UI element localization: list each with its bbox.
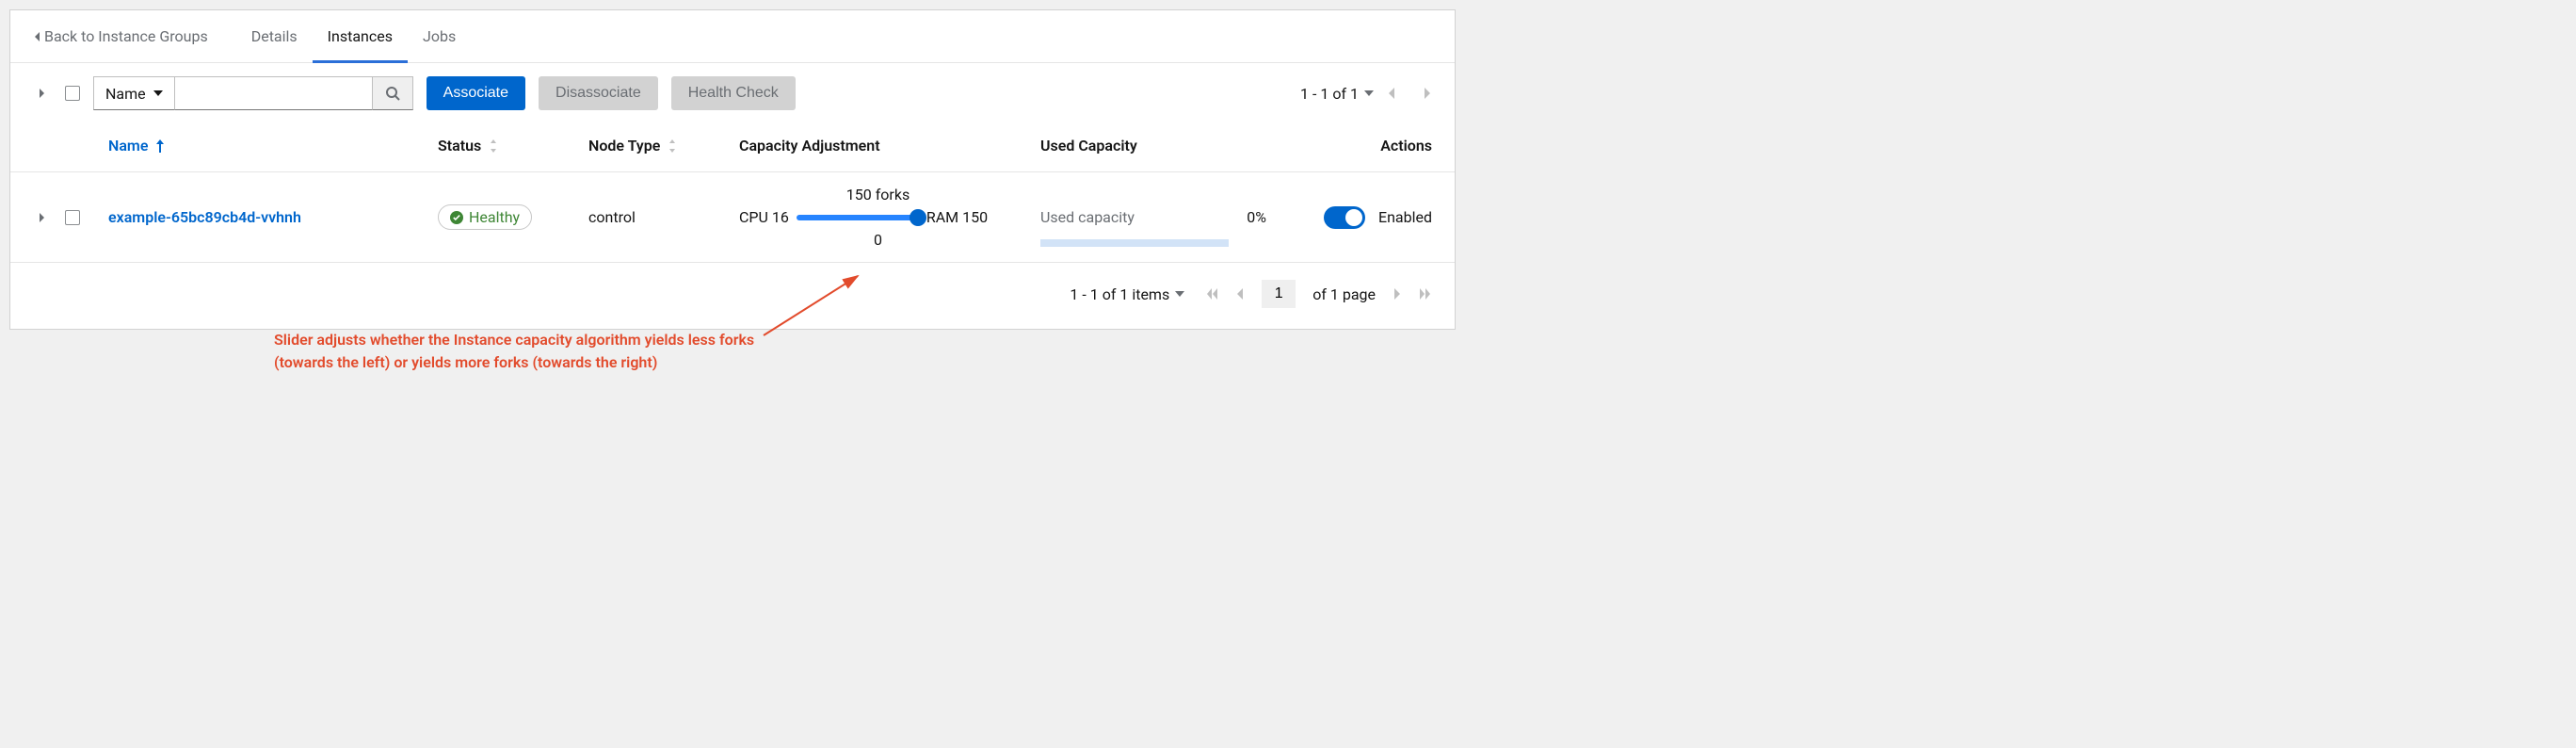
footer-items-count[interactable]: 1 - 1 of 1 items bbox=[1070, 285, 1184, 303]
enabled-label: Enabled bbox=[1378, 208, 1432, 226]
check-circle-icon bbox=[450, 211, 463, 224]
used-capacity-label: Used capacity bbox=[1040, 208, 1135, 226]
pager-controls: of 1 page bbox=[1205, 280, 1432, 308]
tabs: Details Instances Jobs bbox=[236, 10, 472, 62]
top-pager: 1 - 1 of 1 bbox=[1300, 85, 1432, 103]
capacity-slider[interactable] bbox=[797, 215, 919, 220]
pager-next-icon[interactable] bbox=[1393, 287, 1402, 301]
associate-button[interactable]: Associate bbox=[427, 76, 525, 110]
column-headers: Name Status Node Type Capacity Adjustmen… bbox=[10, 123, 1455, 171]
instance-name-link[interactable]: example-65bc89cb4d-vvhnh bbox=[108, 208, 438, 226]
pager-first-icon[interactable] bbox=[1205, 287, 1218, 301]
pager-prev-icon[interactable] bbox=[1387, 87, 1396, 100]
capacity-forks-label: 150 forks bbox=[739, 186, 1017, 203]
tab-details[interactable]: Details bbox=[236, 10, 313, 62]
used-capacity-pct: 0% bbox=[1247, 208, 1266, 226]
slider-thumb[interactable] bbox=[910, 209, 926, 226]
used-capacity-bar bbox=[1040, 239, 1229, 247]
status-cell: Healthy bbox=[438, 204, 588, 230]
filter-field-label: Name bbox=[105, 85, 146, 103]
health-check-button[interactable]: Health Check bbox=[671, 76, 796, 110]
capacity-ram-label: RAM 150 bbox=[926, 208, 988, 226]
capacity-cpu-label: CPU 16 bbox=[739, 208, 789, 226]
caret-down-icon bbox=[1175, 291, 1184, 297]
toolbar: Name Associate Disassociate Health Check… bbox=[10, 63, 1455, 123]
capacity-zero-label: 0 bbox=[739, 231, 1017, 249]
expand-all-toggle[interactable] bbox=[33, 88, 52, 99]
sort-icon bbox=[489, 139, 498, 153]
col-capacity-adjustment: Capacity Adjustment bbox=[739, 137, 1040, 154]
pager-prev-icon[interactable] bbox=[1235, 287, 1245, 301]
annotation-text: Slider adjusts whether the Instance capa… bbox=[274, 329, 764, 374]
enabled-toggle[interactable] bbox=[1324, 206, 1365, 229]
back-label: Back to Instance Groups bbox=[44, 27, 208, 45]
filter-input[interactable] bbox=[174, 76, 372, 110]
table-body: example-65bc89cb4d-vvhnh Healthy control… bbox=[10, 171, 1455, 263]
tab-instances[interactable]: Instances bbox=[313, 10, 408, 62]
col-actions: Actions bbox=[1380, 137, 1432, 154]
top-pager-range[interactable]: 1 - 1 of 1 bbox=[1300, 85, 1374, 103]
sort-icon bbox=[668, 139, 677, 153]
table-row: example-65bc89cb4d-vvhnh Healthy control… bbox=[10, 172, 1455, 262]
top-nav: Back to Instance Groups Details Instance… bbox=[10, 10, 1455, 63]
of-page-label: of 1 page bbox=[1312, 285, 1376, 303]
footer-pager: 1 - 1 of 1 items of 1 page bbox=[10, 263, 1455, 329]
col-status[interactable]: Status bbox=[438, 137, 588, 154]
node-type-cell: control bbox=[588, 208, 739, 226]
sort-asc-icon bbox=[155, 139, 165, 153]
back-link[interactable]: Back to Instance Groups bbox=[33, 27, 208, 45]
chevron-left-icon bbox=[33, 31, 40, 42]
pager-last-icon[interactable] bbox=[1419, 287, 1432, 301]
capacity-cell: 150 forks CPU 16 RAM 150 0 bbox=[739, 208, 1040, 226]
search-icon bbox=[385, 86, 400, 101]
used-capacity-cell: Used capacity 0% bbox=[1040, 208, 1276, 226]
health-badge: Healthy bbox=[438, 204, 532, 230]
row-checkbox[interactable] bbox=[65, 210, 80, 225]
filter-field-select[interactable]: Name bbox=[93, 76, 174, 110]
actions-cell: Enabled bbox=[1324, 206, 1432, 229]
chevron-right-icon bbox=[39, 88, 46, 99]
chevron-right-icon bbox=[39, 212, 46, 223]
instances-panel: Back to Instance Groups Details Instance… bbox=[9, 9, 1456, 330]
tab-jobs[interactable]: Jobs bbox=[408, 10, 471, 62]
caret-down-icon bbox=[1364, 90, 1374, 96]
caret-down-icon bbox=[153, 90, 163, 96]
row-expand-toggle[interactable] bbox=[33, 212, 52, 223]
col-name[interactable]: Name bbox=[108, 137, 438, 154]
filter-group: Name bbox=[93, 76, 413, 110]
search-button[interactable] bbox=[372, 76, 413, 110]
col-used-capacity: Used Capacity bbox=[1040, 137, 1276, 154]
disassociate-button[interactable]: Disassociate bbox=[539, 76, 658, 110]
page-number-input[interactable] bbox=[1262, 280, 1296, 308]
col-node-type[interactable]: Node Type bbox=[588, 137, 739, 154]
pager-next-icon[interactable] bbox=[1423, 87, 1432, 100]
select-all-checkbox[interactable] bbox=[65, 86, 80, 101]
